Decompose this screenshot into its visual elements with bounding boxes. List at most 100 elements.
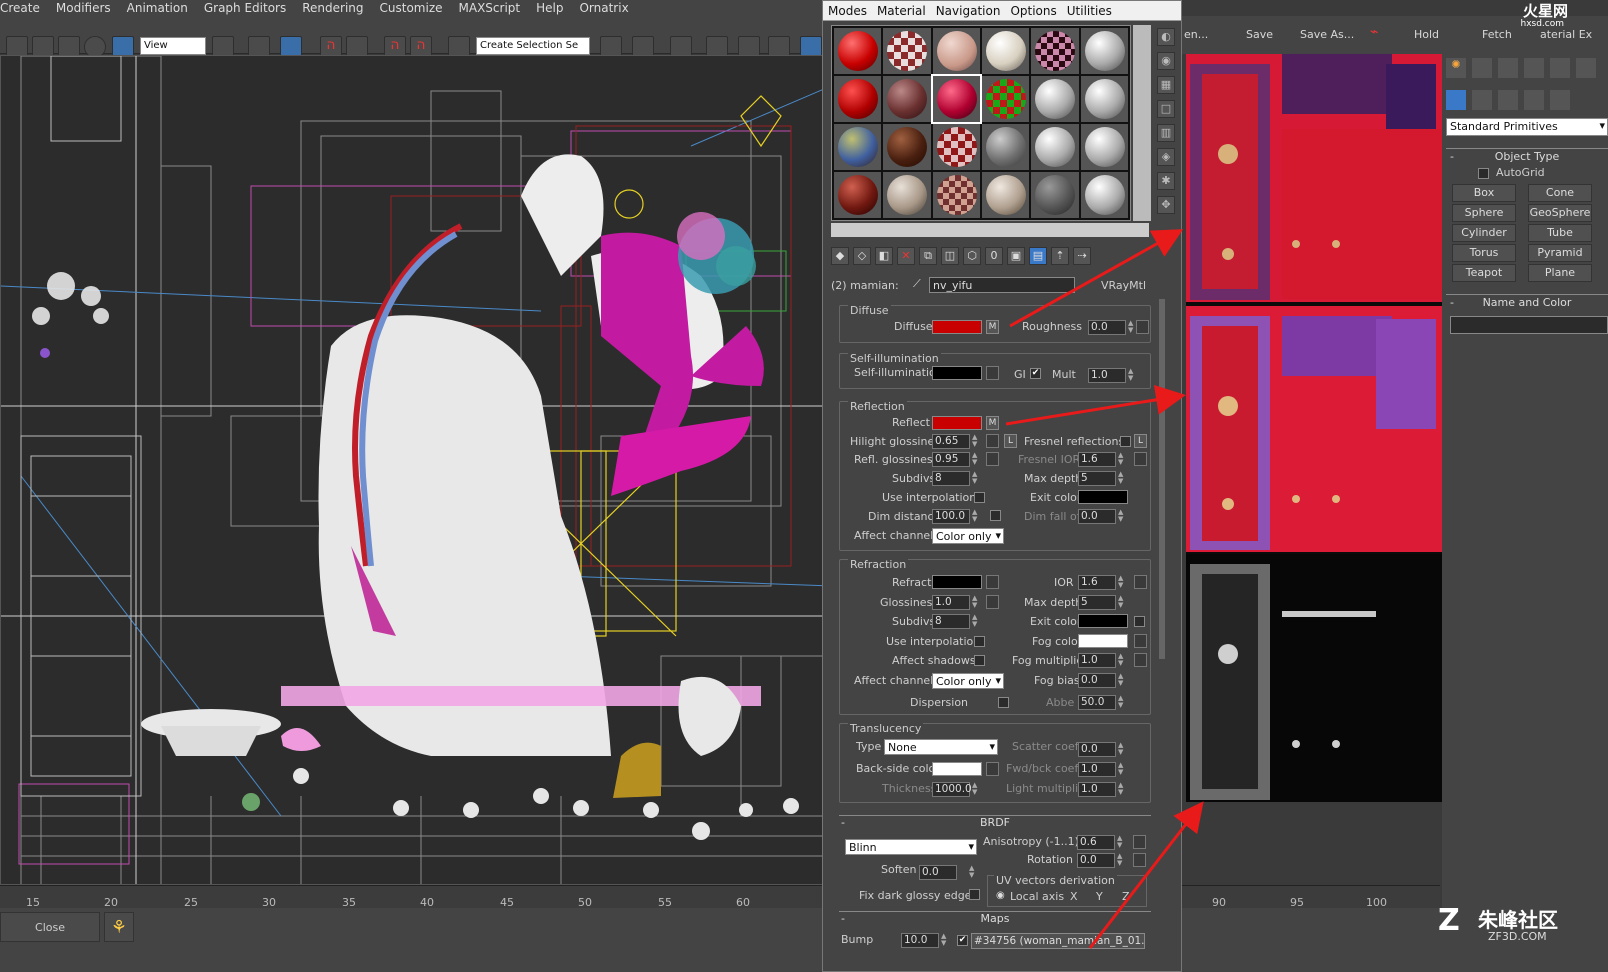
thickness-spinner[interactable]: ▲ ▼ [972,782,980,797]
refl-subdivs-input[interactable]: 8 [932,471,970,486]
backlight-icon[interactable]: ◉ [1157,52,1175,70]
translucency-type-select[interactable]: None ▾ [884,739,998,755]
menu-maxscript[interactable]: MAXScript [459,1,521,15]
refl-glossiness-input[interactable]: 0.95 [932,452,970,467]
material-slot[interactable] [981,76,1030,122]
teapot-button[interactable]: Teapot [1452,264,1516,282]
rotation-spinner[interactable]: ▲ ▼ [1117,853,1125,868]
light-multiplier-spinner[interactable]: ▲ ▼ [1118,782,1126,797]
fog-color-map-button[interactable] [1134,634,1147,648]
fog-multiplier-spinner[interactable]: ▲ ▼ [1118,653,1126,668]
cylinder-button[interactable]: Cylinder [1452,224,1516,242]
autogrid-checkbox[interactable] [1478,168,1489,179]
menu-modifiers[interactable]: Modifiers [56,1,111,15]
collapse-toggle[interactable]: - [1450,295,1454,310]
axis-x-label[interactable]: X [1070,890,1078,903]
material-slot[interactable] [932,28,980,74]
material-slot[interactable] [932,172,980,218]
maps-rollout[interactable]: - Maps [839,911,1151,925]
fog-mult-map-button[interactable] [1134,653,1147,667]
object-type-rollout[interactable]: - Object Type [1446,148,1608,164]
refl-glossiness-spinner[interactable]: ▲ ▼ [972,452,980,467]
show-end-result-icon[interactable]: ▤ [1029,247,1047,265]
menu-utilities[interactable]: Utilities [1067,4,1112,18]
mult-input[interactable]: 1.0 [1088,368,1126,383]
fog-color-swatch[interactable] [1078,634,1128,648]
material-name-field[interactable]: nv_yifu [929,277,1075,293]
material-slot[interactable] [834,172,882,218]
backside-color-swatch[interactable] [932,762,982,776]
dim-distance-input[interactable]: 100.0 [932,509,970,524]
close-button[interactable]: Close [0,912,100,942]
refr-glossiness-spinner[interactable]: ▲ ▼ [972,595,980,610]
refr-max-depth-input[interactable]: 5 [1078,595,1116,610]
make-unique-icon[interactable]: ◫ [941,247,959,265]
brdf-rollout[interactable]: - BRDF [839,815,1151,829]
bump-amount-input[interactable]: 10.0 [901,933,939,948]
material-slot[interactable] [1031,76,1079,122]
hold-button[interactable]: Hold [1414,28,1439,41]
rotation-map-button[interactable] [1133,853,1146,867]
diffuse-color-swatch[interactable] [932,320,982,334]
dim-falloff-spinner[interactable]: ▲ ▼ [1118,509,1126,524]
fresnel-ior-input[interactable]: 1.6 [1078,452,1116,467]
material-slot[interactable] [930,74,982,124]
menu-modes[interactable]: Modes [828,4,867,18]
reflect-color-swatch[interactable] [932,416,982,430]
menu-rendering[interactable]: Rendering [302,1,363,15]
lights-icon[interactable] [1498,90,1518,110]
object-name-field[interactable] [1450,316,1608,334]
fresnel-checkbox[interactable] [1120,436,1131,447]
torus-button[interactable]: Torus [1452,244,1516,262]
refl-gloss-map-button[interactable] [986,452,999,466]
material-slot[interactable] [834,76,882,122]
background-icon[interactable]: ▦ [1157,76,1175,94]
selfillum-color-swatch[interactable] [932,366,982,380]
backside-map-button[interactable] [986,762,999,776]
affect-shadows-checkbox[interactable] [974,655,985,666]
bump-amount-spinner[interactable]: ▲ ▼ [941,933,949,948]
material-slot[interactable] [1031,28,1079,74]
motion-tab-icon[interactable] [1524,58,1544,78]
material-slot[interactable] [981,172,1030,218]
material-slot[interactable] [834,28,882,74]
diffuse-map-button[interactable]: M [986,320,999,334]
named-selection-set-select[interactable]: Create Selection Se [476,37,590,55]
modify-tab-icon[interactable] [1472,58,1492,78]
geosphere-button[interactable]: GeoSphere [1528,204,1592,222]
material-slot[interactable] [883,124,931,170]
helpers-icon[interactable] [1550,90,1570,110]
axis-z-label[interactable]: Z [1122,890,1130,903]
dim-falloff-input[interactable]: 0.0 [1078,509,1116,524]
thickness-input[interactable]: 1000.0 [932,782,972,797]
material-slot[interactable] [883,76,931,122]
material-slot[interactable] [1031,124,1079,170]
put-to-library-icon[interactable]: ⬡ [963,247,981,265]
material-slot[interactable] [834,124,882,170]
geometry-icon[interactable] [1446,90,1466,110]
refr-subdivs-input[interactable]: 8 [932,614,970,629]
utilities-tab-icon[interactable] [1576,58,1596,78]
go-forward-sibling-icon[interactable]: ⇢ [1073,247,1091,265]
slot-scrollbar[interactable] [1133,25,1151,221]
menu-navigation[interactable]: Navigation [936,4,1001,18]
local-axis-radio[interactable]: ◉ [996,890,1005,901]
abbe-input[interactable]: 50.0 [1078,695,1116,710]
timeline-ruler[interactable]: 15 20 25 30 35 40 45 50 55 60 90 95 100 [0,885,1440,909]
go-to-parent-icon[interactable]: ⇡ [1051,247,1069,265]
cone-button[interactable]: Cone [1528,184,1592,202]
menu-customize[interactable]: Customize [380,1,443,15]
refract-map-button[interactable] [986,575,999,589]
chevron-down-icon[interactable]: ▾ [968,840,974,853]
material-slot[interactable] [1080,124,1128,170]
copy-material-icon[interactable]: ⧉ [919,247,937,265]
bump-map-button[interactable]: #34756 (woman_mamian_B_01.tga) [971,933,1145,949]
save-as-button[interactable]: Save As... [1300,28,1354,41]
chevron-down-icon[interactable]: ▾ [1599,119,1605,132]
reset-map-icon[interactable]: ✕ [897,247,915,265]
material-slot[interactable] [932,124,980,170]
material-slot[interactable] [883,172,931,218]
material-slot[interactable] [1080,172,1128,218]
dim-distance-spinner[interactable]: ▲ ▼ [972,509,980,524]
anisotropy-input[interactable]: 0.6 [1077,835,1115,850]
